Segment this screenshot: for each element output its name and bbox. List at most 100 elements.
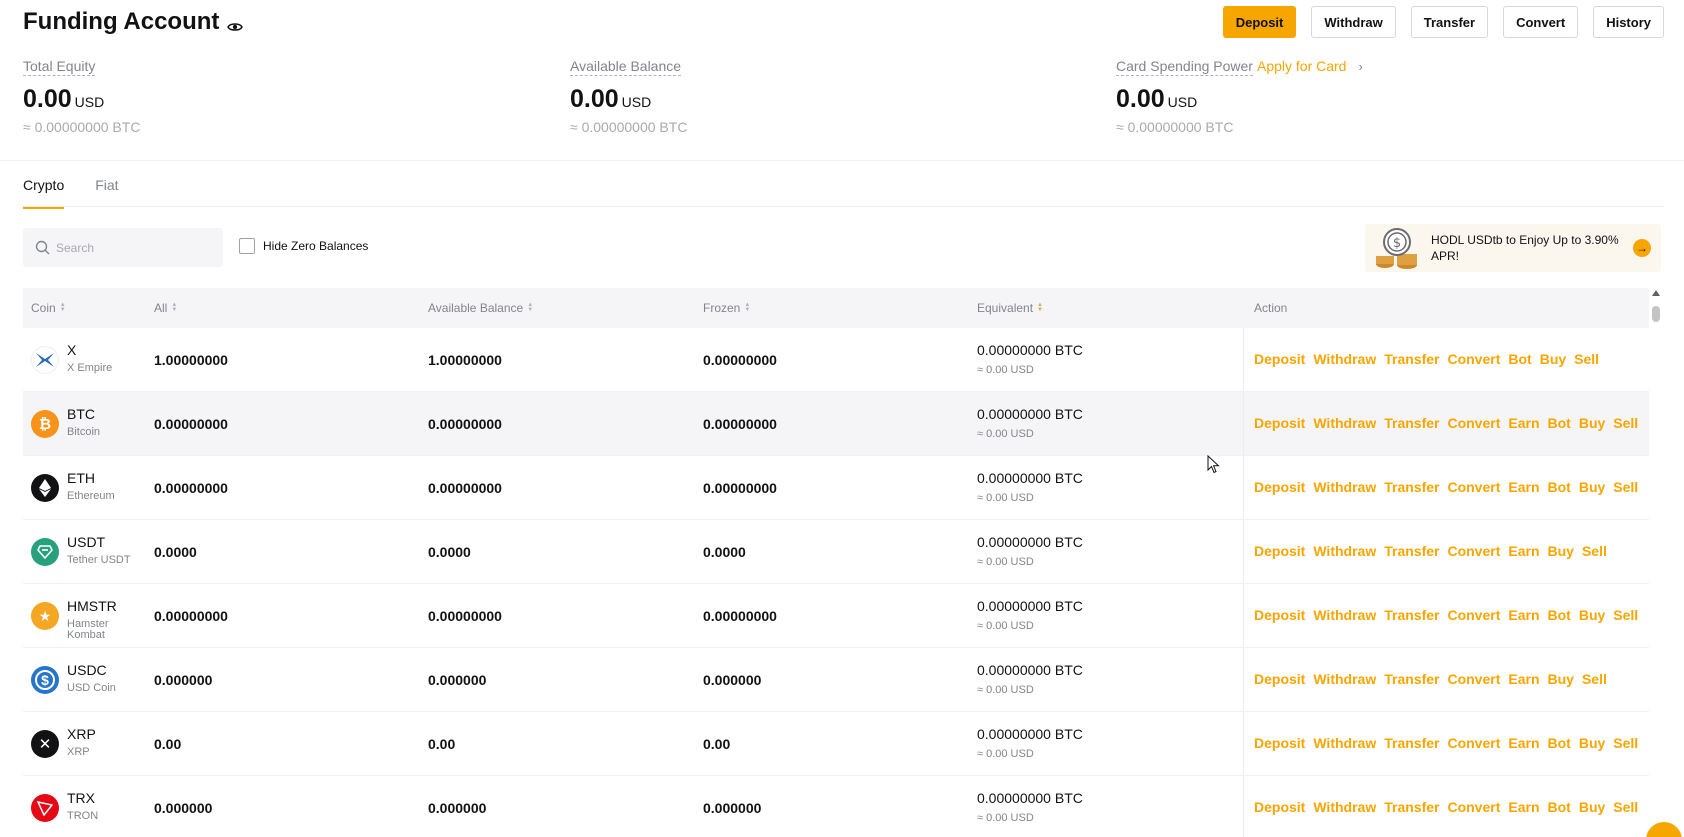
action-earn-link[interactable]: Earn — [1508, 543, 1539, 559]
deposit-button[interactable]: Deposit — [1222, 6, 1297, 38]
action-transfer-link[interactable]: Transfer — [1384, 607, 1439, 623]
action-convert-link[interactable]: Convert — [1447, 479, 1500, 495]
action-buy-link[interactable]: Buy — [1579, 479, 1605, 495]
action-transfer-link[interactable]: Transfer — [1384, 735, 1439, 751]
scroll-up-arrow-icon[interactable] — [1652, 290, 1660, 296]
action-withdraw-link[interactable]: Withdraw — [1313, 351, 1376, 367]
action-deposit-link[interactable]: Deposit — [1254, 351, 1305, 367]
eye-icon[interactable] — [227, 14, 244, 31]
action-buy-link[interactable]: Buy — [1540, 351, 1566, 367]
table-row[interactable]: ★ HMSTR Hamster Kombat 0.00000000 0.0000… — [23, 584, 1649, 648]
scrollbar[interactable] — [1650, 290, 1662, 837]
action-sell-link[interactable]: Sell — [1582, 543, 1607, 559]
card-spending-block: Card Spending Power Apply for Card › 0.00 U… — [1116, 58, 1363, 135]
table-row[interactable]: X X Empire 1.00000000 1.00000000 0.00000… — [23, 328, 1649, 392]
action-convert-link[interactable]: Convert — [1447, 671, 1500, 687]
action-transfer-link[interactable]: Transfer — [1384, 351, 1439, 367]
action-transfer-link[interactable]: Transfer — [1384, 479, 1439, 495]
table-row[interactable]: USDT Tether USDT 0.0000 0.0000 0.0000 0.… — [23, 520, 1649, 584]
action-links: Deposit Withdraw Transfer Convert Earn Buy Sel… — [1254, 671, 1607, 687]
card-spending-label[interactable]: Card Spending Power — [1116, 58, 1253, 76]
available-balance-label[interactable]: Available Balance — [570, 58, 682, 76]
action-withdraw-link[interactable]: Withdraw — [1313, 479, 1376, 495]
action-buy-link[interactable]: Buy — [1548, 671, 1574, 687]
chevron-right-icon[interactable]: › — [1358, 59, 1362, 74]
tab-crypto[interactable]: Crypto — [23, 177, 65, 209]
action-earn-link[interactable]: Earn — [1508, 799, 1539, 815]
table-row[interactable]: ETH Ethereum 0.00000000 0.00000000 0.000… — [23, 456, 1649, 520]
action-deposit-link[interactable]: Deposit — [1254, 479, 1305, 495]
header-all[interactable]: All ▲ ▼ — [154, 301, 177, 315]
action-buy-link[interactable]: Buy — [1579, 735, 1605, 751]
action-earn-link[interactable]: Earn — [1508, 735, 1539, 751]
table-row[interactable]: $ USDC USD Coin 0.000000 0.000000 0.0000… — [23, 648, 1649, 712]
action-buy-link[interactable]: Buy — [1579, 415, 1605, 431]
action-transfer-link[interactable]: Transfer — [1384, 671, 1439, 687]
apply-for-card-link[interactable]: Apply for Card — [1257, 58, 1346, 74]
promo-text: HODL USDtb to Enjoy Up to 3.90% APR! — [1431, 233, 1619, 263]
total-equity-label[interactable]: Total Equity — [23, 58, 96, 76]
action-sell-link[interactable]: Sell — [1582, 671, 1607, 687]
action-buy-link[interactable]: Buy — [1579, 607, 1605, 623]
convert-button[interactable]: Convert — [1503, 6, 1579, 38]
transfer-button[interactable]: Transfer — [1410, 6, 1489, 38]
action-withdraw-link[interactable]: Withdraw — [1313, 415, 1376, 431]
action-earn-link[interactable]: Earn — [1508, 415, 1539, 431]
action-earn-link[interactable]: Earn — [1508, 479, 1539, 495]
hide-zero-checkbox[interactable] — [239, 238, 255, 254]
action-bot-link[interactable]: Bot — [1548, 799, 1571, 815]
action-convert-link[interactable]: Convert — [1447, 607, 1500, 623]
header-equivalent[interactable]: Equivalent ▲ ▼ — [977, 301, 1043, 315]
action-deposit-link[interactable]: Deposit — [1254, 607, 1305, 623]
header-coin[interactable]: Coin ▲ ▼ — [31, 301, 66, 315]
action-withdraw-link[interactable]: Withdraw — [1313, 671, 1376, 687]
action-transfer-link[interactable]: Transfer — [1384, 415, 1439, 431]
action-deposit-link[interactable]: Deposit — [1254, 799, 1305, 815]
action-bot-link[interactable]: Bot — [1548, 607, 1571, 623]
action-bot-link[interactable]: Bot — [1508, 351, 1531, 367]
promo-banner[interactable]: $ HODL USDtb to Enjoy Up to 3.90% APR! → — [1365, 224, 1661, 272]
tab-fiat[interactable]: Fiat — [95, 177, 118, 209]
action-earn-link[interactable]: Earn — [1508, 671, 1539, 687]
action-buy-link[interactable]: Buy — [1548, 543, 1574, 559]
hide-zero-toggle[interactable]: Hide Zero Balances — [239, 238, 368, 254]
scrollbar-thumb[interactable] — [1652, 306, 1660, 322]
action-sell-link[interactable]: Sell — [1613, 735, 1638, 751]
action-sell-link[interactable]: Sell — [1613, 607, 1638, 623]
action-bot-link[interactable]: Bot — [1548, 415, 1571, 431]
action-withdraw-link[interactable]: Withdraw — [1313, 607, 1376, 623]
action-deposit-link[interactable]: Deposit — [1254, 671, 1305, 687]
all-value: 0.00000000 — [154, 480, 228, 496]
table-row[interactable]: TRX TRON 0.000000 0.000000 0.000000 0.00… — [23, 776, 1649, 837]
action-bot-link[interactable]: Bot — [1548, 479, 1571, 495]
action-transfer-link[interactable]: Transfer — [1384, 799, 1439, 815]
table-row[interactable]: ₿ BTC Bitcoin 0.00000000 0.00000000 0.00… — [23, 392, 1649, 456]
action-convert-link[interactable]: Convert — [1447, 799, 1500, 815]
action-bot-link[interactable]: Bot — [1548, 735, 1571, 751]
xrp-icon: ✕ — [31, 730, 59, 758]
action-withdraw-link[interactable]: Withdraw — [1313, 799, 1376, 815]
search-input[interactable] — [56, 240, 206, 255]
action-transfer-link[interactable]: Transfer — [1384, 543, 1439, 559]
action-sell-link[interactable]: Sell — [1613, 479, 1638, 495]
action-sell-link[interactable]: Sell — [1613, 799, 1638, 815]
history-button[interactable]: History — [1593, 6, 1664, 38]
action-deposit-link[interactable]: Deposit — [1254, 735, 1305, 751]
header-frozen[interactable]: Frozen ▲ ▼ — [703, 301, 750, 315]
arrow-right-icon[interactable]: → — [1633, 239, 1651, 257]
action-sell-link[interactable]: Sell — [1574, 351, 1599, 367]
action-earn-link[interactable]: Earn — [1508, 607, 1539, 623]
action-buy-link[interactable]: Buy — [1579, 799, 1605, 815]
action-convert-link[interactable]: Convert — [1447, 415, 1500, 431]
action-convert-link[interactable]: Convert — [1447, 351, 1500, 367]
header-available[interactable]: Available Balance ▲ ▼ — [428, 301, 533, 315]
action-sell-link[interactable]: Sell — [1613, 415, 1638, 431]
action-convert-link[interactable]: Convert — [1447, 543, 1500, 559]
withdraw-button[interactable]: Withdraw — [1311, 6, 1396, 38]
action-withdraw-link[interactable]: Withdraw — [1313, 543, 1376, 559]
action-deposit-link[interactable]: Deposit — [1254, 543, 1305, 559]
table-row[interactable]: ✕ XRP XRP 0.00 0.00 0.00 0.00000000 BTC … — [23, 712, 1649, 776]
action-withdraw-link[interactable]: Withdraw — [1313, 735, 1376, 751]
action-deposit-link[interactable]: Deposit — [1254, 415, 1305, 431]
action-convert-link[interactable]: Convert — [1447, 735, 1500, 751]
